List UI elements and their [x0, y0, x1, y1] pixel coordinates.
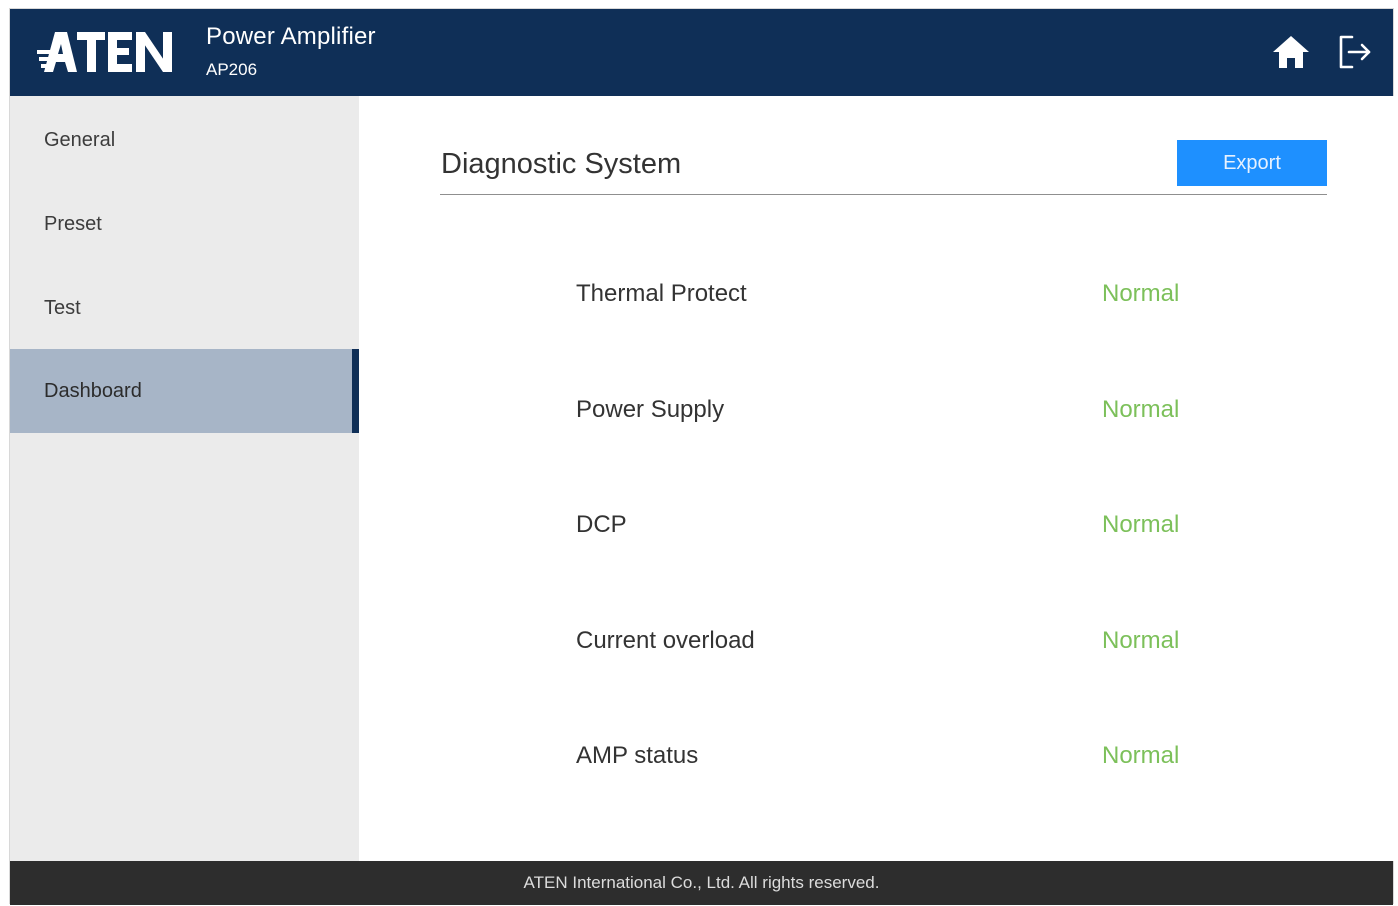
top-header: Power Amplifier AP206: [10, 9, 1393, 96]
diagnostic-row-current-overload: Current overload Normal: [359, 627, 1394, 667]
sidebar-item-preset[interactable]: Preset: [10, 182, 359, 266]
home-icon[interactable]: [1270, 31, 1312, 73]
export-button[interactable]: Export: [1177, 140, 1327, 186]
page-title: Diagnostic System: [441, 148, 682, 180]
sidebar-item-test[interactable]: Test: [10, 266, 359, 350]
diagnostic-label: Thermal Protect: [576, 280, 747, 307]
footer-copyright: ATEN International Co., Ltd. All rights …: [10, 861, 1393, 905]
sidebar-item-label: Preset: [44, 212, 102, 235]
app-window: Power Amplifier AP206 General Preset Tes…: [9, 8, 1394, 905]
sidebar-item-label: Test: [44, 296, 81, 319]
logout-icon[interactable]: [1334, 31, 1376, 73]
diagnostic-label: Current overload: [576, 627, 755, 654]
product-title: Power Amplifier: [206, 23, 376, 50]
diagnostic-status: Normal: [1102, 396, 1180, 423]
diagnostic-status: Normal: [1102, 280, 1180, 307]
diagnostic-status: Normal: [1102, 627, 1180, 654]
diagnostic-row-dcp: DCP Normal: [359, 511, 1394, 551]
sidebar-item-general[interactable]: General: [10, 98, 359, 182]
title-divider: [440, 194, 1327, 195]
diagnostic-label: Power Supply: [576, 396, 725, 423]
diagnostic-status: Normal: [1102, 742, 1180, 769]
diagnostic-status: Normal: [1102, 511, 1180, 538]
sidebar-item-dashboard[interactable]: Dashboard: [10, 349, 359, 433]
diagnostic-label: DCP: [576, 511, 627, 538]
sidebar-nav: General Preset Test Dashboard: [10, 96, 359, 861]
sidebar-item-label: General: [44, 128, 116, 151]
main-content: Diagnostic System Export Thermal Protect…: [359, 96, 1394, 861]
aten-logo: [37, 24, 173, 80]
diagnostic-row-thermal-protect: Thermal Protect Normal: [359, 280, 1394, 320]
product-model: AP206: [206, 60, 258, 79]
diagnostic-row-power-supply: Power Supply Normal: [359, 396, 1394, 436]
diagnostic-label: AMP status: [576, 742, 699, 769]
sidebar-item-label: Dashboard: [44, 379, 142, 402]
diagnostic-row-amp-status: AMP status Normal: [359, 742, 1394, 782]
